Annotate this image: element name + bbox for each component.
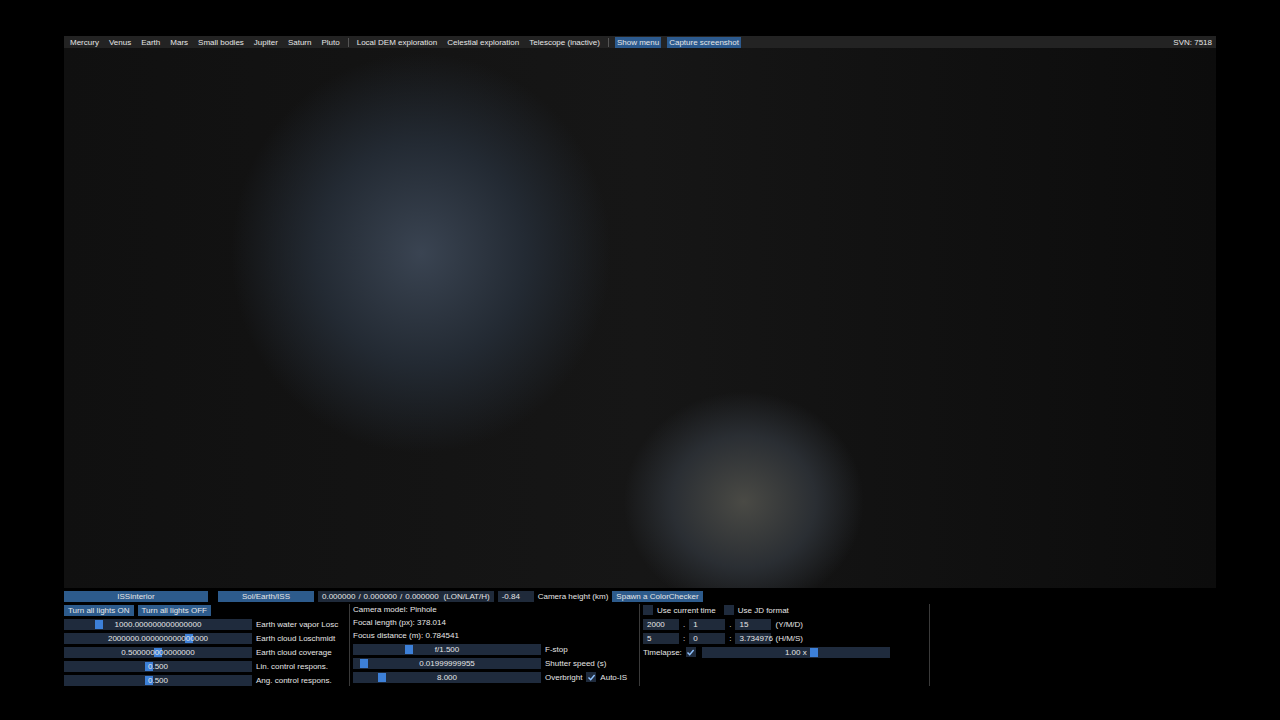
spawn-button[interactable]: Spawn a ColorChecker [612,591,702,602]
scene-button[interactable]: ISSinterior [64,591,208,602]
checkbox-icon[interactable] [643,605,653,615]
time-panel: Use current time Use JD format 2000.1.15(Y… [640,604,930,686]
screen: Mercury Venus Earth Mars Small bodies Jupiter… [0,0,1280,720]
coords-field[interactable]: 0.000000/0.000000/0.000000(LON/LAT/H) [318,591,494,602]
lights-button[interactable]: Turn all lights OFF [138,605,212,616]
slider-handle[interactable] [95,620,103,629]
slider-row: 0.500 Ang. control respons. [64,674,349,686]
height-label: Camera height (km) [538,591,609,602]
time-field[interactable]: 5 [643,633,679,644]
time-row: 5:0:3.734976(H/M/S) [643,632,929,644]
slider[interactable]: 8.000 [353,672,541,683]
menu-item[interactable]: Capture screenshot [667,37,741,48]
menu-item[interactable]: Earth [139,37,162,48]
slider-label: Earth cloud coverage [256,647,332,658]
slider-label: Earth water vapor Losc [256,619,338,630]
slider-label: Overbright [545,672,582,683]
version-label: SVN: 7518 [1173,38,1212,47]
slider-label: Lin. control respons. [256,661,328,672]
menu-item[interactable]: Saturn [286,37,314,48]
date-row: 2000.1.15(Y/M/D) [643,618,929,630]
menu-item[interactable]: Jupiter [252,37,280,48]
slider[interactable]: 0.01999999955 [353,658,541,669]
slider[interactable]: 0.500 [64,661,252,672]
camera-info: Focal length (px): 378.014 [353,617,639,628]
slider-label: F-stop [545,644,568,655]
menu-item[interactable]: Mercury [68,37,101,48]
environment-panel: Turn all lights ON Turn all lights OFF 100… [64,604,350,686]
time-checkbox[interactable]: Use JD format [724,605,789,616]
time-checkbox[interactable]: Use current time [643,605,716,616]
menu-item[interactable]: Venus [107,37,133,48]
slider[interactable]: f/1.500 [353,644,541,655]
camera-panel: Camera model: Pinhole Focal length (px): … [350,604,640,686]
slider-label: Ang. control respons. [256,675,332,686]
slider-row: 2000000.000000000000000 Earth cloud Losch… [64,632,349,644]
menu-item[interactable]: Small bodies [196,37,246,48]
date-field[interactable]: 15 [735,619,771,630]
slider-row: 8.000 Overbright Auto-IS [353,671,639,683]
lights-button[interactable]: Turn all lights ON [64,605,134,616]
scene-viewport[interactable] [64,48,1216,588]
camera-info: Focus distance (m): 0.784541 [353,630,639,641]
slider-row: 1000.000000000000000 Earth water vapor Lo… [64,618,349,630]
time-field[interactable]: 3.734976 [735,633,771,644]
slider[interactable]: 2000000.000000000000000 [64,633,252,644]
slider-row: 0.500 Lin. control respons. [64,660,349,672]
auto-is-checkbox[interactable]: Auto-IS [586,672,627,683]
slider[interactable]: 0.500000000000000 [64,647,252,658]
menu-item[interactable]: Pluto [319,37,341,48]
location-bar: ISSinterior Sol/Earth/ISS 0.000000/0.00000… [64,590,1216,602]
slider-handle[interactable] [405,645,413,654]
slider-row: f/1.500 F-stop [353,643,639,655]
slider-label: Shutter speed (s) [545,658,606,669]
slider-row: 0.500000000000000 Earth cloud coverage [64,646,349,658]
camera-info: Camera model: Pinhole [353,604,639,615]
control-panel: ISSinterior Sol/Earth/ISS 0.000000/0.00000… [64,588,1216,686]
menu-item[interactable]: Telescope (inactive) [527,37,602,48]
menu-bar: Mercury Venus Earth Mars Small bodies Jupiter… [64,36,1216,48]
menu-item[interactable]: Show menu [615,37,661,48]
menu-separator [348,38,349,47]
time-field[interactable]: 0 [689,633,725,644]
date-field[interactable]: 2000 [643,619,679,630]
slider-row: 0.01999999955 Shutter speed (s) [353,657,639,669]
menu-item[interactable]: Mars [168,37,190,48]
slider-handle[interactable] [378,673,386,682]
slider[interactable]: 1000.000000000000000 [64,619,252,630]
menu-item[interactable]: Local DEM exploration [355,37,439,48]
slider-handle[interactable] [810,648,818,657]
body-field[interactable]: Sol/Earth/ISS [218,591,314,602]
timelapse-slider[interactable]: 1.00 x [702,647,890,658]
menu-separator [608,38,609,47]
height-field[interactable]: -0.84 [498,591,534,602]
slider-handle[interactable] [360,659,368,668]
date-field[interactable]: 1 [689,619,725,630]
timelapse-checkbox[interactable] [686,647,696,657]
slider-label: Earth cloud Loschmidt [256,633,335,644]
checkbox-icon[interactable] [724,605,734,615]
timelapse-row: Timelapse:1.00 x [643,646,929,658]
menu-item[interactable]: Celestial exploration [445,37,521,48]
slider[interactable]: 0.500 [64,675,252,686]
checkbox-icon[interactable] [586,672,596,682]
